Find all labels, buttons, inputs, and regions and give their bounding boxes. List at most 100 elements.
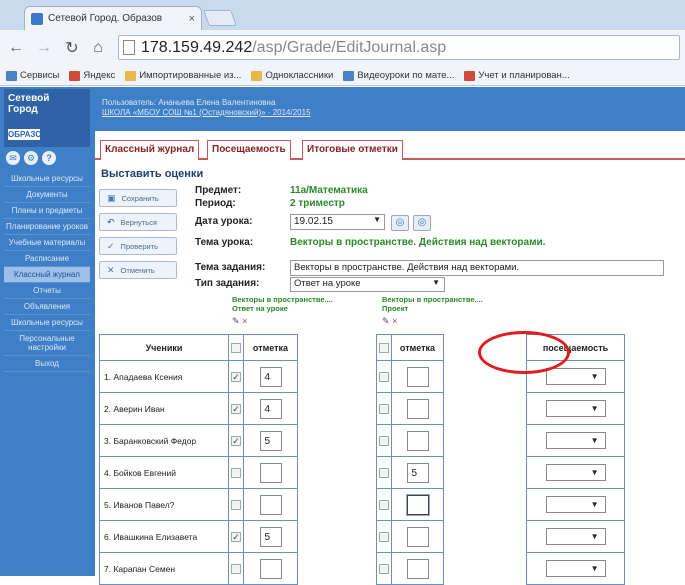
mark-input-2[interactable]: [406, 430, 429, 451]
mark-input-2[interactable]: [406, 366, 429, 387]
task-type-select[interactable]: Ответ на уроке ▼: [290, 277, 445, 292]
reload-icon[interactable]: ↻: [62, 38, 82, 58]
bookmark-yandex[interactable]: Яндекс: [69, 70, 115, 81]
attendance-select[interactable]: ▼: [545, 464, 606, 481]
forward-arrow-icon[interactable]: →: [34, 38, 54, 58]
delete-icon[interactable]: ×: [242, 316, 247, 326]
mark-input-1[interactable]: [259, 462, 282, 483]
student-name[interactable]: 4. Бойков Евгений: [99, 456, 229, 489]
mark-input-2[interactable]: [406, 398, 429, 419]
page-icon: [123, 40, 135, 55]
cancel-button[interactable]: ✕ Отменить: [99, 261, 177, 279]
sidebar-item-announcements[interactable]: Объявления: [4, 299, 90, 315]
date-label: Дата урока:: [195, 216, 253, 227]
row-checkbox-1[interactable]: ✓: [231, 371, 241, 382]
mark-input-1[interactable]: [259, 494, 282, 515]
sidebar-item-lesson-planning[interactable]: Планирование уроков: [4, 219, 90, 235]
tab-final-grades[interactable]: Итоговые отметки: [302, 140, 403, 160]
attendance-select[interactable]: ▼: [545, 496, 606, 513]
student-name[interactable]: 7. Карапан Семен: [99, 552, 229, 585]
sidebar-item-journal[interactable]: Классный журнал: [4, 267, 90, 283]
task-topic-input[interactable]: Векторы в пространстве. Действия над век…: [290, 260, 664, 276]
back-arrow-icon[interactable]: ←: [6, 38, 26, 58]
sidebar-item-reports[interactable]: Отчеты: [4, 283, 90, 299]
new-tab-button[interactable]: [203, 10, 237, 26]
bookmark-imported[interactable]: Импортированные из...: [125, 70, 241, 81]
home-icon[interactable]: ⌂: [88, 38, 108, 58]
row-checkbox-1[interactable]: [231, 563, 241, 574]
table-row: 3. Баранковский Федор ✓ 5 ▼: [99, 424, 625, 457]
return-button[interactable]: ↶ Вернуться: [99, 213, 177, 231]
row-checkbox-2[interactable]: [379, 467, 389, 478]
sidebar-item-schedule[interactable]: Расписание: [4, 251, 90, 267]
attendance-select[interactable]: ▼: [545, 560, 606, 577]
browser-tab[interactable]: Сетевой Город. Образов ×: [24, 6, 202, 30]
close-tab-icon[interactable]: ×: [189, 13, 195, 25]
mark-input-2[interactable]: 5: [406, 462, 429, 483]
row-checkbox-1[interactable]: [231, 499, 241, 510]
mark-header-2: отметка: [391, 334, 444, 361]
attendance-select[interactable]: ▼: [545, 400, 606, 417]
mark-input-2[interactable]: [406, 494, 429, 515]
sidebar-item-plans[interactable]: Планы и предметы: [4, 203, 90, 219]
row-checkbox-2[interactable]: [379, 371, 389, 382]
mark-input-1[interactable]: 5: [259, 430, 282, 451]
attendance-select[interactable]: ▼: [545, 432, 606, 449]
task-label: Тема задания:: [195, 262, 266, 273]
sidebar-item-school-resources[interactable]: Школьные ресурсы: [4, 315, 90, 331]
row-checkbox-1[interactable]: ✓: [231, 403, 241, 414]
address-bar[interactable]: 178.159.49.242 /asp/Grade/EditJournal.as…: [118, 35, 680, 60]
row-checkbox-2[interactable]: [379, 563, 389, 574]
settings-icon[interactable]: ⚙: [24, 151, 38, 165]
sidebar-item-settings[interactable]: Персональные настройки: [4, 331, 90, 356]
row-checkbox-2[interactable]: [379, 403, 389, 414]
url-path: /asp/Grade/EditJournal.asp: [252, 38, 447, 56]
row-checkbox-2[interactable]: [379, 499, 389, 510]
sidebar-item-resources[interactable]: Школьные ресурсы: [4, 171, 90, 187]
student-name[interactable]: 5. Иванов Павел?: [99, 488, 229, 521]
delete-icon[interactable]: ×: [392, 316, 397, 326]
attendance-select[interactable]: ▼: [545, 528, 606, 545]
row-checkbox-1[interactable]: [231, 467, 241, 478]
tab-attendance[interactable]: Посещаемость: [207, 140, 291, 160]
column2-header[interactable]: Векторы в пространстве.... Проект: [382, 295, 483, 313]
mark-input-2[interactable]: [406, 526, 429, 547]
attendance-select[interactable]: ▼: [545, 368, 606, 385]
row-checkbox-1[interactable]: ✓: [231, 531, 241, 542]
row-checkbox-2[interactable]: [379, 531, 389, 542]
row-checkbox-1[interactable]: ✓: [231, 435, 241, 446]
row-checkbox-2[interactable]: [379, 435, 389, 446]
bookmark-services[interactable]: Сервисы: [6, 70, 59, 81]
mark-input-1[interactable]: 4: [259, 398, 282, 419]
folder-icon: [125, 70, 137, 81]
student-name[interactable]: 3. Баранковский Федор: [99, 424, 229, 457]
sidebar-item-materials[interactable]: Учебные материалы: [4, 235, 90, 251]
student-name[interactable]: 2. Аверин Иван: [99, 392, 229, 425]
save-button[interactable]: ▣ Сохранить: [99, 189, 177, 207]
next-date-icon[interactable]: ◎: [413, 215, 431, 231]
site-logo[interactable]: Сетевой Город ОБРАЗОВАНИЕ: [4, 89, 90, 147]
date-select[interactable]: 19.02.15 ▼: [290, 214, 385, 230]
check-button[interactable]: ✓ Проверить: [99, 237, 177, 255]
bookmark-videolessons[interactable]: Видеоуроки по мате...: [343, 70, 454, 81]
edit-icon[interactable]: ✎: [382, 316, 390, 326]
column1-header[interactable]: Векторы в пространстве.... Ответ на урок…: [232, 295, 333, 313]
student-name[interactable]: 6. Ивашкина Елизавета: [99, 520, 229, 553]
select-all-column2[interactable]: [376, 334, 392, 361]
bookmark-planning[interactable]: Учет и планирован...: [464, 70, 570, 81]
edit-icon[interactable]: ✎: [232, 316, 240, 326]
sidebar-item-logout[interactable]: Выход: [4, 356, 90, 372]
mark-input-1[interactable]: 4: [259, 366, 282, 387]
table-row: 4. Бойков Евгений 5 ▼: [99, 456, 625, 489]
prev-date-icon[interactable]: ◎: [391, 215, 409, 231]
student-name[interactable]: 1. Ападаева Ксения: [99, 360, 229, 393]
grades-table: Ученики отметка отметка посещаемость 1. …: [99, 334, 625, 585]
select-all-column1[interactable]: [228, 334, 244, 361]
mark-input-1[interactable]: 5: [259, 526, 282, 547]
help-icon[interactable]: ?: [42, 151, 56, 165]
bookmark-odnoklassniki[interactable]: Одноклассники: [251, 70, 333, 81]
mail-icon[interactable]: ✉: [6, 151, 20, 165]
school-line[interactable]: ШКОЛА «МБОУ СОШ №1 (Остадяновский)» · 20…: [102, 108, 685, 118]
sidebar-item-documents[interactable]: Документы: [4, 187, 90, 203]
tab-class-journal[interactable]: Классный журнал: [100, 140, 200, 160]
